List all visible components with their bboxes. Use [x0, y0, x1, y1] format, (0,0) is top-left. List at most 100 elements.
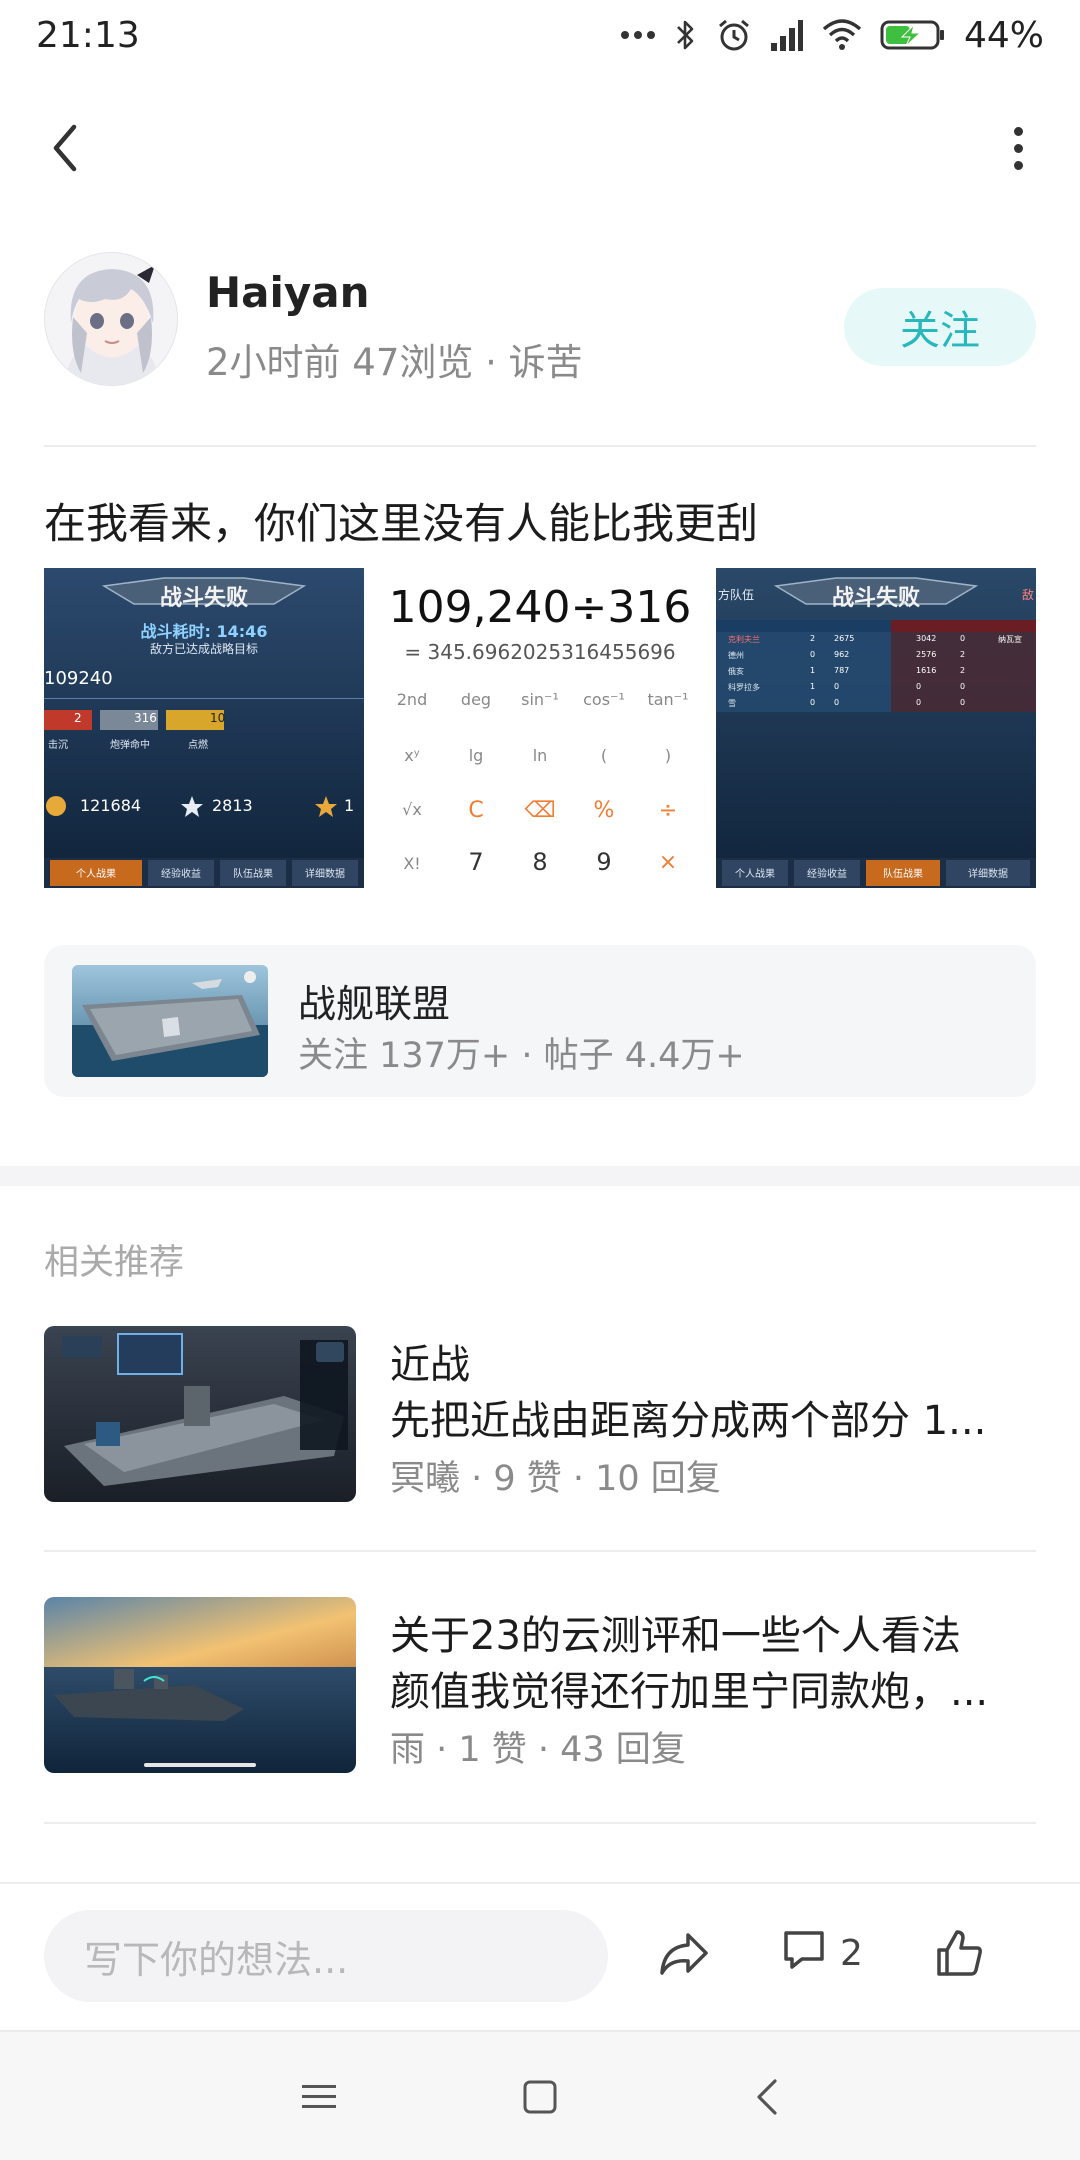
label-points: 点燃	[188, 740, 208, 751]
comments-button[interactable]: 2	[780, 1918, 863, 1988]
game-stats: 关注 137万+ · 帖子 4.4万+	[298, 1036, 745, 1076]
calc-key-2nd: 2nd	[396, 690, 428, 709]
author-meta: 2小时前 47浏览 · 诉苦	[206, 341, 583, 384]
calc-key-acos: cos⁻¹	[583, 690, 625, 709]
extra-value: 1	[344, 796, 355, 815]
divider	[44, 445, 1036, 447]
section-separator	[0, 1166, 1080, 1186]
team-row-d: 2	[960, 666, 966, 675]
game-community-card[interactable]: 战舰联盟 关注 137万+ · 帖子 4.4万+	[44, 945, 1036, 1097]
tab-exp: 经验收益	[161, 869, 201, 880]
calc-key-multiply: ×	[658, 850, 678, 875]
team-row-name: 德州	[728, 651, 744, 660]
more-vertical-icon[interactable]	[1008, 118, 1028, 178]
stars-value: 2813	[212, 796, 253, 815]
thumbs-up-icon[interactable]	[928, 1918, 992, 1988]
post-image-calculator[interactable]: 109,240÷316 = 345.6962025316455696 2nd d…	[380, 568, 700, 888]
team-row-e: 纳瓦宣	[998, 635, 1022, 644]
calc-key-close-paren: )	[664, 746, 672, 765]
related-title: 关于23的云测评和一些个人看法	[390, 1613, 961, 1659]
battle-score: 109240	[44, 668, 113, 689]
team-label: 方队伍	[718, 588, 755, 602]
related-excerpt: 颜值我觉得还行加里宁同款炮，...	[390, 1669, 989, 1715]
team-row-c: 0	[916, 698, 922, 707]
tab-details: 详细数据	[968, 869, 1008, 880]
team-row-a: 1	[810, 666, 816, 675]
calc-key-backspace: ⌫	[524, 798, 556, 823]
calc-key-percent: %	[593, 798, 615, 823]
coins-value: 121684	[80, 796, 142, 815]
bluetooth-icon	[674, 15, 698, 55]
related-thumbnail	[44, 1597, 356, 1773]
team-row-c: 3042	[916, 634, 937, 643]
top-bar	[0, 100, 1080, 190]
tab-details: 详细数据	[305, 869, 345, 880]
team-row-c: 1616	[916, 666, 937, 675]
team-row-b: 2675	[834, 634, 855, 643]
team-banner: 战斗失败	[831, 586, 920, 611]
tab-exp: 经验收益	[807, 869, 847, 880]
team-row-b: 0	[834, 682, 840, 691]
calc-key-open-paren: (	[600, 746, 608, 765]
calc-key-atan: tan⁻¹	[647, 690, 689, 709]
badge-3: 10	[210, 711, 226, 725]
calc-key-lg: lg	[468, 746, 484, 765]
alarm-icon	[716, 15, 752, 55]
menu-icon[interactable]	[284, 2062, 354, 2132]
comment-icon	[780, 1925, 828, 1982]
wifi-icon	[822, 15, 862, 55]
calc-key-ln: ln	[532, 746, 548, 765]
battery-percent: 44%	[963, 14, 1044, 56]
team-row-a: 2	[810, 634, 816, 643]
team-row-d: 0	[960, 698, 966, 707]
tab-personal: 个人战果	[735, 869, 775, 880]
calc-expression: 109,240÷316	[388, 582, 692, 633]
game-name: 战舰联盟	[298, 982, 451, 1026]
avatar[interactable]	[44, 252, 178, 386]
back-chevron-icon[interactable]	[732, 2062, 802, 2132]
team-row-d: 0	[960, 682, 966, 691]
label-hit: 炮弹命中	[110, 740, 150, 751]
follow-button[interactable]: 关注	[844, 288, 1036, 366]
status-bar: 21:13 44%	[0, 0, 1080, 70]
related-title: 近战	[390, 1342, 470, 1388]
post-image-team-stats[interactable]: 战斗失败 方队伍 敌 克利夫兰 2 2675 3042 0 纳瓦宣 德州 0 9…	[716, 568, 1036, 888]
divider	[44, 1550, 1036, 1552]
team-row-a: 0	[810, 650, 816, 659]
team-row-name: 克利夫兰	[728, 635, 760, 644]
related-meta: 冥曦 · 9 赞 · 10 回复	[390, 1459, 721, 1499]
related-item[interactable]: 关于23的云测评和一些个人看法 颜值我觉得还行加里宁同款炮，... 雨 · 1 …	[44, 1597, 1036, 1773]
bottom-action-bar: 写下你的想法... 2	[0, 1882, 1080, 2030]
tab-team: 队伍战果	[233, 869, 273, 880]
team-row-a: 1	[810, 682, 816, 691]
post-images: 战斗失败 战斗耗时: 14:46 敌方已达成战略目标 109240 2 316 …	[44, 568, 1036, 888]
more-dots-icon	[620, 15, 656, 55]
related-item[interactable]: 近战 先把近战由距离分成两个部分 1... 冥曦 · 9 赞 · 10 回复	[44, 1326, 1036, 1502]
tab-team: 队伍战果	[883, 869, 923, 880]
post-title: 在我看来，你们这里没有人能比我更刮	[44, 499, 759, 548]
calc-key-deg: deg	[460, 690, 492, 709]
calc-key-clear: C	[468, 798, 484, 823]
related-thumbnail	[44, 1326, 356, 1502]
team-row-b: 787	[834, 666, 850, 675]
calc-key-divide: ÷	[658, 798, 678, 823]
team-row-b: 0	[834, 698, 840, 707]
team-row-c: 2576	[916, 650, 937, 659]
battle-time: 战斗耗时: 14:46	[140, 622, 268, 641]
team-row-name: 雪	[728, 699, 736, 708]
badge-1: 2	[74, 711, 82, 725]
comment-input[interactable]: 写下你的想法...	[44, 1910, 608, 2002]
home-square-icon[interactable]	[505, 2062, 575, 2132]
calc-key-9: 9	[596, 848, 612, 876]
label-sink: 击沉	[48, 740, 68, 751]
author-name[interactable]: Haiyan	[206, 268, 370, 317]
team-row-c: 0	[916, 682, 922, 691]
calc-key-asin: sin⁻¹	[521, 690, 559, 709]
calc-result: = 345.6962025316455696	[404, 640, 676, 664]
back-arrow-icon[interactable]	[40, 118, 90, 178]
share-icon[interactable]	[652, 1922, 716, 1986]
signal-icon	[770, 15, 804, 55]
post-image-battle-result[interactable]: 战斗失败 战斗耗时: 14:46 敌方已达成战略目标 109240 2 316 …	[44, 568, 364, 888]
related-section-title: 相关推荐	[44, 1243, 185, 1283]
enemy-label: 敌	[1021, 588, 1034, 602]
